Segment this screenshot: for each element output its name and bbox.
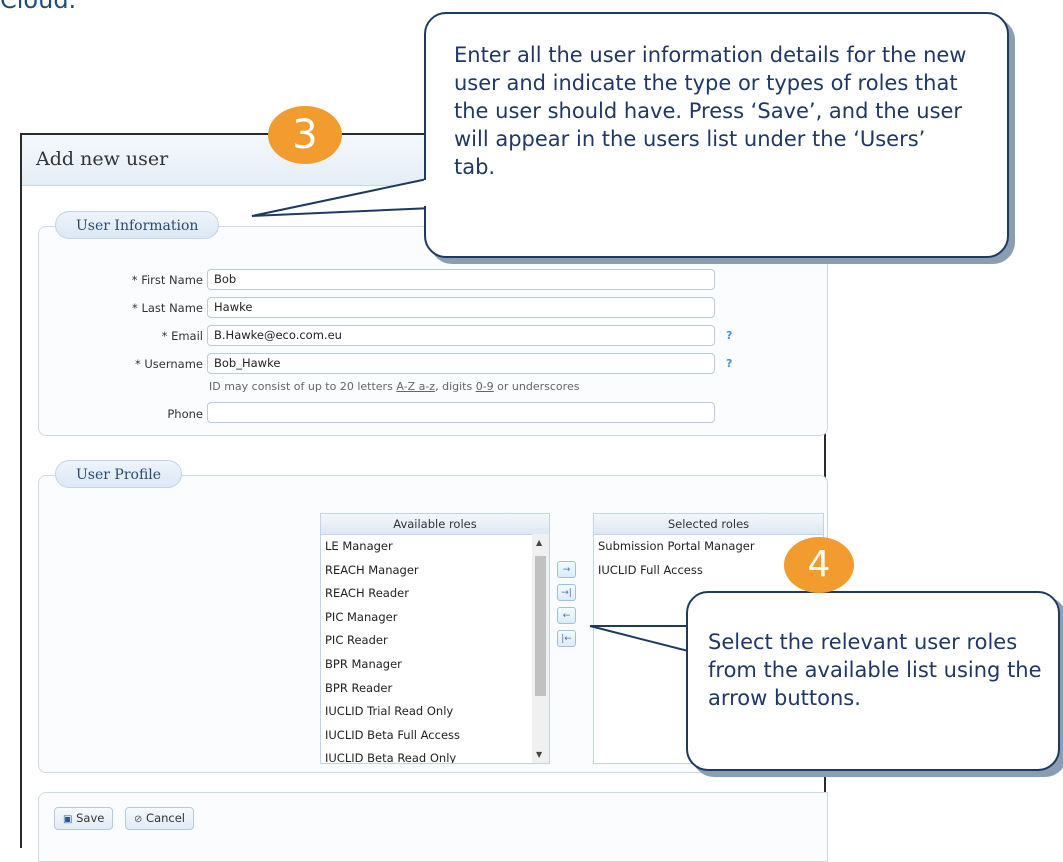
step3-badge: 3 bbox=[268, 106, 342, 164]
step4-badge: 4 bbox=[784, 537, 854, 593]
callout-step4: Select the relevant user roles from the … bbox=[686, 591, 1060, 771]
callout4-text: Select the relevant user roles from the … bbox=[708, 630, 1042, 710]
